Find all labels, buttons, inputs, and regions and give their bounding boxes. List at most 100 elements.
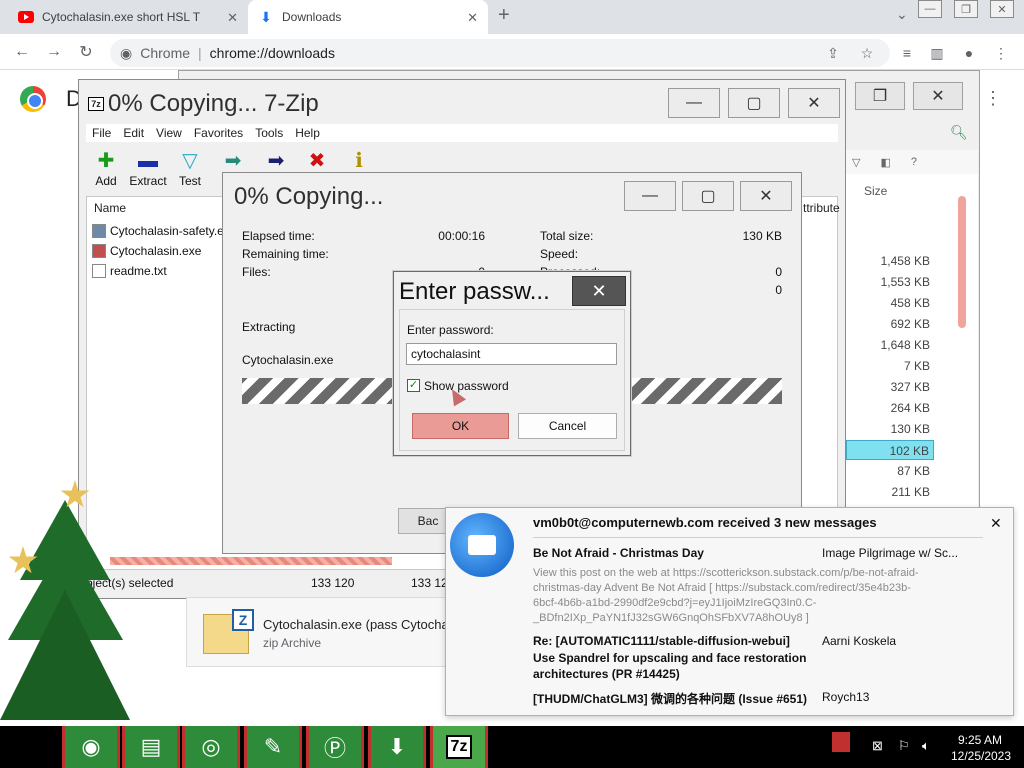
size-cell[interactable]: 7 KB — [846, 356, 934, 376]
processed-value: 0 — [775, 265, 782, 279]
size-cell[interactable]: 458 KB — [846, 293, 934, 313]
cancel-button[interactable]: Cancel — [518, 413, 617, 439]
taskbar-downloader[interactable]: ⬇ — [368, 726, 426, 768]
sort-icon[interactable]: ▽ — [852, 156, 860, 169]
size-column-header[interactable]: Size — [864, 184, 887, 198]
menu-item-help[interactable]: Help — [289, 124, 326, 142]
menu-item-file[interactable]: File — [86, 124, 117, 142]
network-icon[interactable]: ⚐ — [898, 738, 910, 754]
message-subject[interactable]: Be Not Afraid - Christmas Day — [533, 546, 704, 560]
size-cell[interactable]: 87 KB — [846, 461, 934, 481]
dialog-title: Enter passw... — [399, 278, 550, 305]
search-icon[interactable]: 🔍︎ — [950, 124, 968, 141]
clock-date[interactable]: 12/25/2023 — [946, 749, 1016, 763]
tab-close-icon[interactable]: ✕ — [467, 10, 478, 26]
message-subject[interactable]: [THUDM/ChatGLM3] 微调的各种问题 (Issue #651) — [533, 690, 807, 707]
close-icon[interactable]: ✕ — [990, 0, 1014, 18]
back-arrow-icon[interactable]: ← — [12, 42, 32, 62]
message-subject-line[interactable]: Use Spandrel for upscaling and face rest… — [533, 651, 806, 665]
size-cell[interactable]: 211 KB — [846, 482, 934, 502]
forward-arrow-icon[interactable]: → — [44, 42, 64, 62]
taskbar-chrome[interactable]: ◎ — [182, 726, 240, 768]
size-cell[interactable]: 692 KB — [846, 314, 934, 334]
clock-time[interactable]: 9:25 AM — [950, 733, 1010, 747]
size-cell[interactable]: 1,458 KB — [846, 251, 934, 271]
more-options-icon[interactable]: ⋮ — [984, 88, 1002, 109]
youtube-icon — [18, 9, 34, 25]
message-preview-line: 6bcf-4b6b-a1bd-2990df2e9cbd?j=eyJ1IjoiMz… — [533, 597, 817, 609]
bg-window-controls: ❐ ✕ — [855, 82, 963, 110]
close-icon[interactable]: ✕ — [990, 515, 1002, 532]
maximize-icon[interactable]: ▢ — [728, 88, 780, 118]
site-chip: Chrome — [140, 45, 191, 61]
compressed-value: 0 — [775, 283, 782, 297]
password-input[interactable] — [406, 343, 617, 365]
menu-item-tools[interactable]: Tools — [249, 124, 289, 142]
size-cell[interactable]: 264 KB — [846, 398, 934, 418]
divider — [533, 537, 983, 538]
attributes-column-header[interactable]: ttribute — [803, 201, 840, 215]
menu-item-edit[interactable]: Edit — [117, 124, 150, 142]
restore-icon[interactable]: ❐ — [855, 82, 905, 110]
share-icon[interactable]: ⇪ — [822, 42, 844, 64]
list-item[interactable]: Cytochalasin.exe — [92, 241, 201, 260]
bookmark-star-icon[interactable]: ☆ — [856, 42, 878, 64]
profile-avatar-icon[interactable]: ● — [958, 42, 980, 64]
chrome-icon: ◎ — [201, 734, 221, 759]
menu-item-view[interactable]: View — [150, 124, 188, 142]
close-icon[interactable]: ✕ — [572, 276, 626, 306]
file-explorer-icon: ▤ — [140, 734, 162, 759]
name-column-header[interactable]: Name — [94, 201, 126, 215]
maximize-icon[interactable]: ▢ — [682, 181, 734, 211]
toolbar-label: Extract — [129, 174, 167, 188]
address-bar[interactable]: ◉ Chrome | chrome://downloads — [110, 39, 890, 67]
taskbar-paint[interactable]: ✎ — [244, 726, 302, 768]
toolbar-button-info[interactable]: ℹ — [334, 148, 384, 174]
chevron-down-icon[interactable]: ⌄ — [896, 6, 908, 23]
tab-close-icon[interactable]: ✕ — [227, 10, 238, 26]
taskbar-file-explorer[interactable]: ▤ — [122, 726, 180, 768]
network-error-icon[interactable]: ⊠ — [872, 738, 883, 754]
chrome-logo-icon — [20, 86, 46, 112]
minimize-icon[interactable]: — — [668, 88, 720, 118]
file-name: Cytochalasin.exe — [110, 243, 202, 258]
tab-downloads[interactable]: ⬇ Downloads ✕ — [248, 0, 488, 34]
media-control-icon[interactable]: ≡ — [896, 42, 918, 64]
close-icon[interactable]: ✕ — [788, 88, 840, 118]
scrollbar-thumb[interactable] — [958, 196, 966, 328]
size-cell[interactable]: 130 KB — [846, 419, 934, 439]
download-filename[interactable]: Cytochalasin.exe (pass Cytocha — [263, 617, 449, 632]
size-cell[interactable]: 1,648 KB — [846, 335, 934, 355]
message-subject-line[interactable]: Re: [AUTOMATIC1111/stable-diffusion-webu… — [533, 634, 790, 648]
kebab-menu-icon[interactable]: ⋮ — [990, 42, 1012, 64]
7zip-icon: 7z — [445, 735, 473, 759]
new-tab-icon[interactable]: + — [498, 4, 510, 27]
minimize-icon[interactable]: — — [624, 181, 676, 211]
volume-icon[interactable]: 🔈︎ — [922, 738, 930, 754]
taskbar-firefox[interactable]: ◉ — [62, 726, 120, 768]
taskbar-7zip[interactable]: 7z — [430, 726, 488, 768]
message-subject-line[interactable]: architectures (PR #14425) — [533, 667, 680, 681]
minimize-icon[interactable]: — — [918, 0, 942, 18]
ok-button[interactable]: OK — [412, 413, 509, 439]
side-panel-icon[interactable]: ▥ — [926, 42, 948, 64]
taskbar-pdf-reader[interactable]: Ⓟ — [306, 726, 364, 768]
help-icon[interactable]: ? — [911, 156, 917, 168]
menu-item-favorites[interactable]: Favorites — [188, 124, 249, 142]
view-icon[interactable]: ◧ — [880, 156, 890, 169]
size-cell[interactable]: 327 KB — [846, 377, 934, 397]
tray-app-icon[interactable] — [832, 732, 850, 752]
restore-icon[interactable]: ❐ — [954, 0, 978, 18]
show-password-checkbox[interactable]: ✓ — [407, 379, 420, 392]
file-name: readme.txt — [110, 263, 167, 278]
size-cell[interactable]: 1,553 KB — [846, 272, 934, 292]
close-icon[interactable]: ✕ — [913, 82, 963, 110]
show-password-label[interactable]: Show password — [424, 379, 509, 393]
list-item[interactable]: readme.txt — [92, 261, 167, 280]
reload-icon[interactable]: ↻ — [76, 42, 96, 62]
size-cell[interactable]: 102 KB — [846, 440, 934, 460]
speed-label: Speed: — [540, 247, 579, 261]
close-icon[interactable]: ✕ — [740, 181, 792, 211]
tab-youtube[interactable]: Cytochalasin.exe short HSL T ✕ — [8, 0, 248, 34]
list-item[interactable]: Cytochalasin-safety.e — [92, 221, 224, 240]
